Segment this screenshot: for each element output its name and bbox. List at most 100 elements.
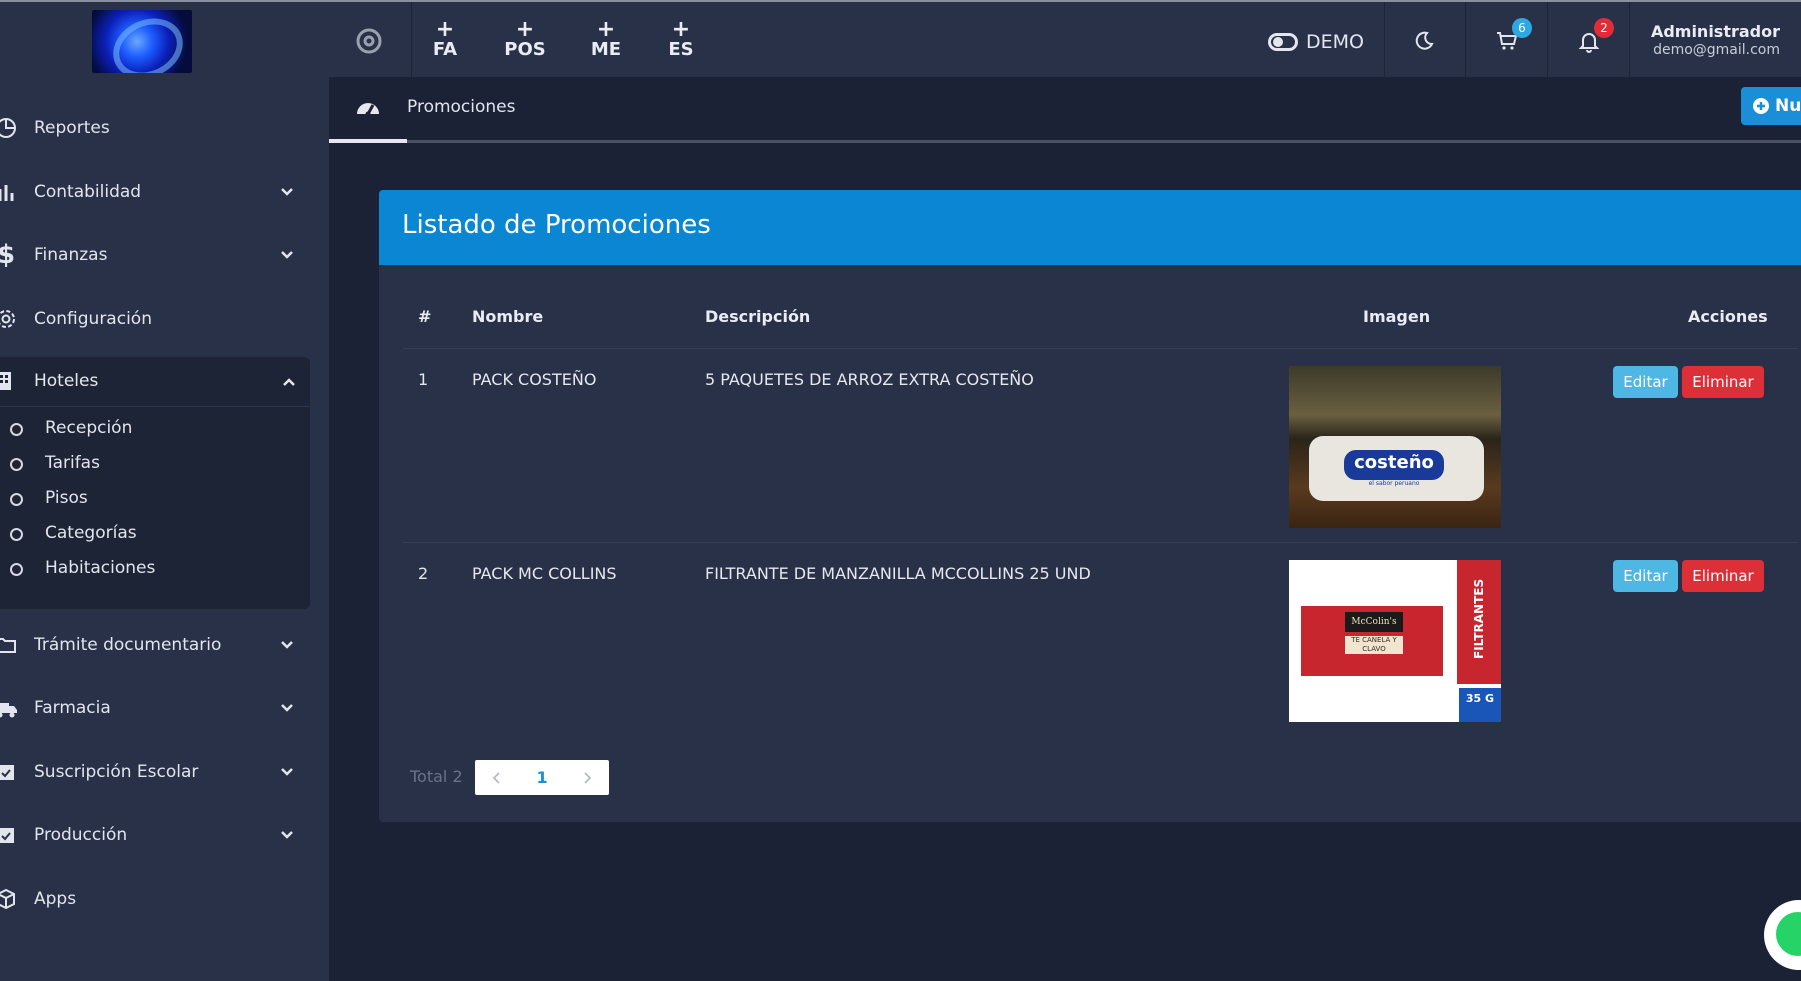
- weight-label: 35 G: [1459, 688, 1501, 722]
- divider: [403, 542, 1798, 543]
- prev-page-button[interactable]: [475, 760, 520, 795]
- sidebar-item-label: Configuración: [34, 309, 152, 329]
- plus-icon: +: [435, 17, 455, 42]
- notifications-button[interactable]: 2: [1572, 18, 1614, 58]
- promotion-image: McColin's TÉ CANELA Y CLAVO FILTRANTES 3…: [1289, 560, 1501, 722]
- app-logo[interactable]: [92, 10, 192, 73]
- sidebar-item-configuracion[interactable]: Configuración: [0, 299, 310, 339]
- card-title: Listado de Promociones: [402, 210, 711, 240]
- sidebar-item-contabilidad[interactable]: Contabilidad: [0, 172, 310, 212]
- sidebar-item-label: Contabilidad: [34, 182, 142, 202]
- submenu-item-label: Tarifas: [45, 453, 100, 473]
- divider: [1547, 2, 1548, 79]
- user-menu[interactable]: Administrador demo@gmail.com: [1640, 22, 1780, 58]
- sidebar-item-produccion[interactable]: Producción: [0, 815, 310, 855]
- chart-pie-icon: [0, 116, 18, 140]
- sidebar-item-suscripcion[interactable]: Suscripción Escolar: [0, 752, 310, 792]
- quick-action-label: ES: [668, 39, 694, 60]
- submenu-item-label: Habitaciones: [45, 558, 156, 578]
- chevron-down-icon: [281, 831, 293, 839]
- divider: [403, 348, 1798, 349]
- submenu-item-label: Categorías: [45, 523, 137, 543]
- page-button-current[interactable]: 1: [520, 760, 565, 795]
- brand-label: McColin's: [1345, 612, 1403, 632]
- quick-action-fa[interactable]: + FA: [415, 17, 475, 60]
- submenu-item-label: Recepción: [45, 418, 133, 438]
- submenu-item-habitaciones[interactable]: Habitaciones: [0, 554, 310, 584]
- tab-promociones[interactable]: Promociones: [407, 97, 516, 117]
- demo-toggle[interactable]: DEMO: [1268, 29, 1364, 55]
- new-button-label: Nu: [1775, 96, 1801, 116]
- circle-icon: [10, 528, 23, 541]
- promotion-description: FILTRANTE DE MANZANILLA MCCOLLINS 25 UND: [705, 564, 1091, 583]
- chevron-down-icon: [281, 768, 293, 776]
- plus-icon: +: [671, 17, 691, 42]
- new-promotion-button[interactable]: Nu: [1741, 87, 1801, 125]
- plus-icon: +: [515, 17, 535, 42]
- promotions-card: Listado de Promociones # Nombre Descripc…: [379, 190, 1801, 822]
- next-page-button[interactable]: [564, 760, 609, 795]
- promotion-image: costeño el sabor peruano: [1289, 366, 1501, 528]
- column-header: #: [418, 307, 432, 326]
- edit-button[interactable]: Editar: [1613, 366, 1678, 398]
- sidebar-item-finanzas[interactable]: $ Finanzas: [0, 235, 310, 275]
- sidebar-item-reportes[interactable]: Reportes: [0, 108, 310, 148]
- quick-action-label: ME: [590, 39, 622, 60]
- submenu-item-recepcion[interactable]: Recepción: [0, 414, 310, 444]
- page-tabbar: Promociones: [329, 77, 1801, 143]
- cart-button[interactable]: 6: [1490, 18, 1532, 58]
- user-email: demo@gmail.com: [1653, 42, 1780, 58]
- submenu-item-tarifas[interactable]: Tarifas: [0, 449, 310, 479]
- building-icon: [0, 370, 18, 394]
- chevron-left-icon: [493, 771, 500, 784]
- quick-action-es[interactable]: + ES: [651, 17, 711, 60]
- sidebar: Reportes Contabilidad $ Finanzas Configu…: [0, 77, 329, 981]
- plus-icon: +: [596, 17, 616, 42]
- row-number: 1: [418, 370, 429, 389]
- target-icon[interactable]: [354, 26, 384, 56]
- edit-button[interactable]: Editar: [1613, 560, 1678, 592]
- notification-count-badge: 2: [1594, 18, 1614, 38]
- sidebar-item-farmacia[interactable]: Farmacia: [0, 688, 310, 728]
- sidebar-item-label: Suscripción Escolar: [34, 762, 199, 782]
- user-name: Administrador: [1650, 22, 1780, 41]
- row-number: 2: [418, 564, 429, 583]
- circle-icon: [10, 493, 23, 506]
- submenu-item-pisos[interactable]: Pisos: [0, 484, 310, 514]
- sidebar-item-apps[interactable]: Apps: [0, 879, 310, 919]
- side-label: FILTRANTES: [1472, 578, 1486, 659]
- delete-button[interactable]: Eliminar: [1682, 560, 1764, 592]
- sidebar-item-label: Finanzas: [34, 245, 108, 265]
- submenu-item-categorias[interactable]: Categorías: [0, 519, 310, 549]
- sidebar-item-hoteles[interactable]: Hoteles: [0, 357, 310, 407]
- flavor-label: TÉ CANELA Y CLAVO: [1345, 636, 1403, 654]
- quick-action-pos[interactable]: + POS: [495, 17, 555, 60]
- sidebar-item-label: Producción: [34, 825, 128, 845]
- cube-icon: [0, 887, 18, 911]
- tab-dashboard[interactable]: [329, 77, 407, 143]
- brand-label: costeño: [1344, 450, 1444, 480]
- divider: [411, 2, 412, 79]
- card-header: Listado de Promociones: [379, 190, 1801, 265]
- chevron-down-icon: [281, 641, 293, 649]
- sidebar-item-tramite[interactable]: Trámite documentario: [0, 625, 310, 665]
- circle-icon: [10, 563, 23, 576]
- hotel-submenu: Hoteles Recepción Tarifas Pisos Categorí…: [0, 357, 310, 609]
- column-header: Nombre: [472, 307, 544, 326]
- quick-action-me[interactable]: + ME: [576, 17, 636, 60]
- sidebar-item-label: Farmacia: [34, 698, 111, 718]
- promotion-name: PACK COSTEÑO: [472, 370, 597, 389]
- divider: [1384, 2, 1385, 79]
- top-navbar: + FA + POS + ME + ES DEMO 6 2 Administra…: [0, 0, 1801, 79]
- calendar-check-icon: [0, 760, 18, 784]
- dark-mode-button[interactable]: [1407, 24, 1441, 58]
- chevron-up-icon: [283, 378, 295, 386]
- promotion-name: PACK MC COLLINS: [472, 564, 617, 583]
- folder-icon: [0, 633, 18, 657]
- column-header: Descripción: [705, 307, 811, 326]
- circle-icon: [10, 458, 23, 471]
- column-header: Imagen: [1363, 307, 1431, 326]
- whatsapp-icon[interactable]: [1764, 900, 1801, 970]
- delete-button[interactable]: Eliminar: [1682, 366, 1764, 398]
- ambulance-icon: [0, 696, 18, 720]
